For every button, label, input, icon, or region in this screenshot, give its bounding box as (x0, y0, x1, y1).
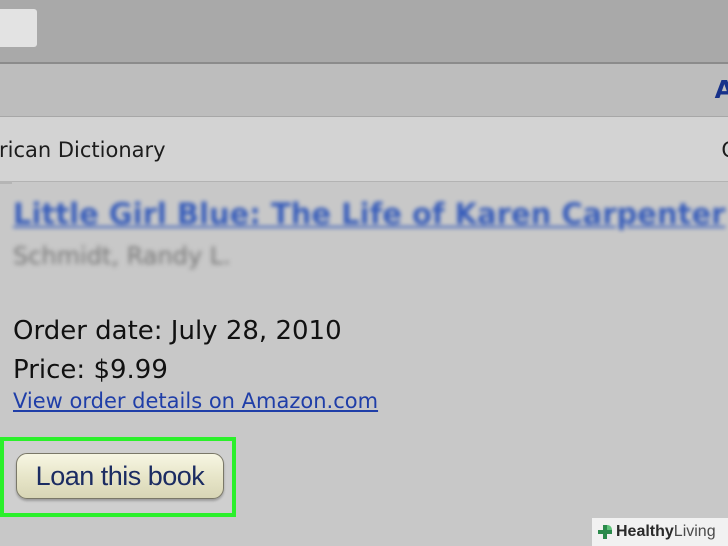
book-author: Schmidt, Randy L. (13, 242, 231, 270)
dictionary-title: rican Dictionary (0, 138, 166, 162)
row-divider (0, 181, 12, 184)
book-title-link[interactable]: Little Girl Blue: The Life of Karen Carp… (13, 197, 725, 231)
watermark-text: HealthyLiving (616, 523, 716, 541)
dictionary-right-partial: C (721, 138, 728, 162)
watermark: HealthyLiving (592, 518, 728, 546)
list-header: A (0, 64, 728, 117)
highlight-box: Loan this book (0, 437, 236, 517)
header-partial-link[interactable]: A (715, 77, 728, 102)
watermark-brand-light: Living (673, 523, 716, 540)
plus-leaf-icon (598, 525, 612, 539)
top-toolbar (0, 0, 728, 62)
loan-book-button[interactable]: Loan this book (16, 453, 224, 499)
order-date: Order date: July 28, 2010 (13, 316, 342, 346)
watermark-brand-bold: Healthy (616, 523, 674, 540)
search-field-partial[interactable] (0, 9, 37, 47)
view-order-details-link[interactable]: View order details on Amazon.com (13, 389, 378, 413)
price: Price: $9.99 (13, 355, 168, 385)
list-item-dictionary[interactable]: rican Dictionary C (0, 117, 728, 182)
